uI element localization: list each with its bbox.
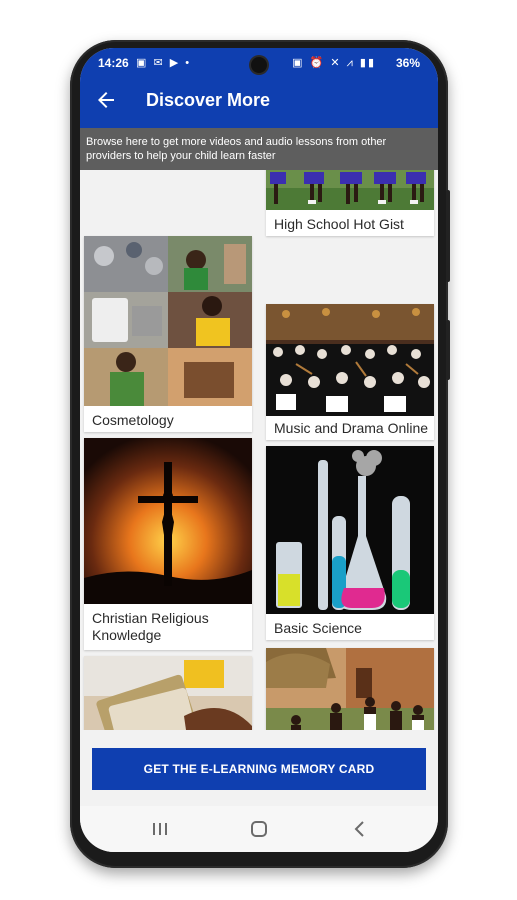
card-village[interactable] [266,648,434,730]
card-label: Basic Science [274,620,362,636]
cosmetology-image [84,236,252,406]
content-grid: High School Hot Gist Cosmetology Music a… [80,170,438,730]
card-label: High School Hot Gist [274,216,404,232]
battery-level: 36% [395,56,420,70]
card-label: Cosmetology [92,412,174,428]
system-icons: ▣ ⏰ ✕ ⩘ ▮▮ [292,57,376,69]
card-cosmetology[interactable]: Cosmetology [84,236,252,432]
back-icon[interactable] [346,816,374,842]
app-bar: 14:26 ▣ ✉ ▶ • ▣ ⏰ ✕ ⩘ ▮▮ 36% Discover Mo… [80,48,438,128]
get-memory-card-button[interactable]: GET THE E-LEARNING MEMORY CARD [92,748,426,790]
card-label: Music and Drama Online [274,420,429,436]
volume-button [446,190,450,282]
system-nav-bar [80,806,438,852]
crucifix-image [84,438,252,604]
cta-container: GET THE E-LEARNING MEMORY CARD [80,738,438,798]
card-high-school-hot-gist[interactable]: High School Hot Gist [266,170,434,236]
home-icon[interactable] [245,816,273,842]
notification-icons: ▣ ✉ ▶ • [136,57,192,69]
recents-icon[interactable] [146,816,174,842]
arrow-left-icon[interactable] [94,88,118,112]
power-button [446,320,450,380]
front-camera [251,57,267,73]
lab-flasks-image [266,446,434,614]
card-money-counting[interactable] [84,656,252,730]
page-title: Discover More [146,90,271,110]
card-label: Christian Religious Knowledge [92,610,209,643]
card-christian-religious-knowledge[interactable]: Christian Religious Knowledge [84,438,252,650]
village-image [266,648,434,730]
status-time: 14:26 [98,56,129,70]
card-basic-science[interactable]: Basic Science [266,446,434,640]
orchestra-image [266,304,434,416]
screen: 14:26 ▣ ✉ ▶ • ▣ ⏰ ✕ ⩘ ▮▮ 36% Discover Mo… [80,48,438,852]
info-banner: Browse here to get more videos and audio… [80,128,438,170]
money-counting-image [84,656,252,730]
students-running-image [266,170,434,210]
card-music-and-drama-online[interactable]: Music and Drama Online [266,304,434,440]
